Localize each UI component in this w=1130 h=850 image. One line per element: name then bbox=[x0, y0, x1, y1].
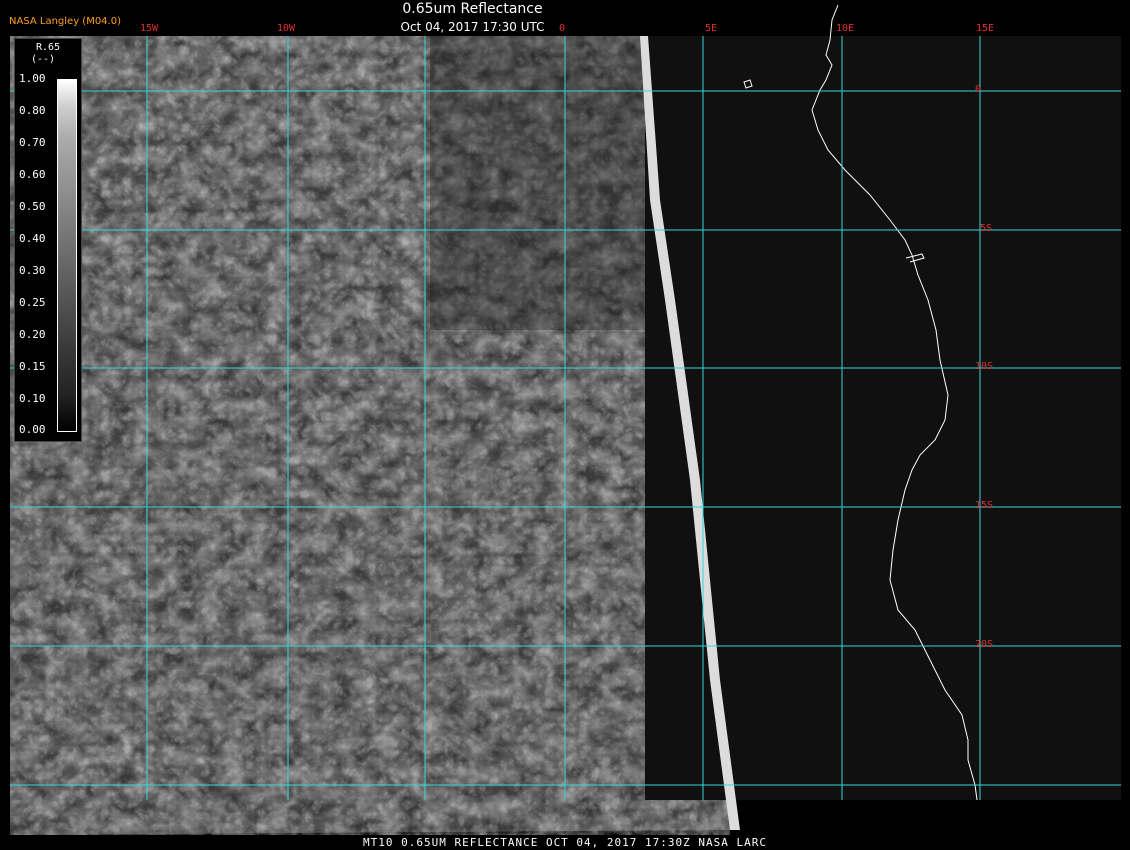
legend-tick: 0.20 bbox=[19, 328, 46, 341]
legend-tick: 0.70 bbox=[19, 136, 46, 149]
lat-label: 0 bbox=[975, 84, 982, 95]
credit-label: NASA Langley (M04.0) bbox=[9, 16, 121, 27]
lon-label: 0 bbox=[559, 23, 566, 34]
legend-tick: 0.40 bbox=[19, 232, 46, 245]
legend-tick: 0.80 bbox=[19, 104, 46, 117]
lat-label: 20S bbox=[975, 639, 994, 650]
lat-label: 5S bbox=[980, 223, 993, 234]
legend-colorbar bbox=[57, 79, 77, 432]
color-legend: R.65 (--) 1.00 0.80 0.70 0.60 0.50 0.40 … bbox=[14, 38, 82, 442]
lon-label: 10E bbox=[836, 23, 855, 34]
lon-label: 15E bbox=[976, 23, 995, 34]
legend-tick: 0.15 bbox=[19, 360, 46, 373]
footer-caption: MT10 0.65UM REFLECTANCE OCT 04, 2017 17:… bbox=[363, 836, 767, 849]
legend-tick: 0.00 bbox=[19, 423, 46, 436]
legend-unit: (--) bbox=[31, 54, 56, 65]
reflectance-map bbox=[10, 4, 1121, 835]
lon-label: 15W bbox=[140, 23, 159, 34]
legend-tick: 1.00 bbox=[19, 72, 46, 85]
legend-tick: 0.10 bbox=[19, 392, 46, 405]
legend-tick: 0.30 bbox=[19, 264, 46, 277]
legend-title: R.65 bbox=[35, 42, 61, 53]
lat-label: 15S bbox=[975, 500, 994, 511]
lat-label: 10S bbox=[975, 361, 994, 372]
legend-tick: 0.25 bbox=[19, 296, 46, 309]
legend-tick: 0.50 bbox=[19, 200, 46, 213]
lon-label: 10W bbox=[277, 23, 296, 34]
lon-label: 5E bbox=[705, 23, 718, 34]
satellite-image-viewer: 0.65um Reflectance Oct 04, 2017 17:30 UT… bbox=[0, 0, 1130, 850]
legend-tick: 0.60 bbox=[19, 168, 46, 181]
cloud-swath bbox=[10, 36, 730, 835]
image-title: 0.65um Reflectance bbox=[402, 1, 543, 17]
